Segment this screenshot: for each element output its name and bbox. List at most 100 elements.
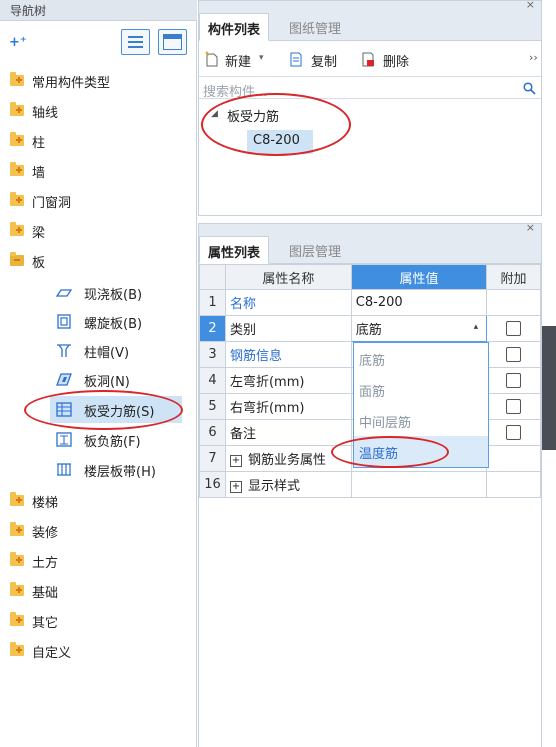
nav-subitem-column-cap[interactable]: 柱帽(V) [50,337,182,364]
component-list-panel: × 构件列表 图纸管理 新建 ▾ 复制 删除 ›› 搜索构件... ◢ 板受力筋… [198,0,542,216]
nav-item-decoration[interactable]: 装修 [0,516,197,546]
column-header-extra: 附加 [486,264,541,290]
dropdown-option-temperature-rebar[interactable]: 温度筋 [354,436,488,467]
table-row[interactable]: 2 类别 底筋 ▴ [199,315,541,342]
nav-item-axis[interactable]: 轴线 [0,96,197,126]
folder-icon [10,192,24,206]
nav-subitem-slab-negative-rebar[interactable]: 板负筋(F) [50,426,182,453]
nav-item-earthwork[interactable]: 土方 [0,546,197,576]
dropdown-option-bottom-rebar[interactable]: 底筋 [354,343,488,374]
new-button[interactable]: 新建 [225,51,251,70]
new-icon [205,51,218,67]
expand-icon[interactable]: + [229,454,242,467]
category-select[interactable]: 底筋 ▴ [350,315,488,342]
list-view-icon[interactable] [121,29,150,55]
tab-drawing-management[interactable]: 图纸管理 [281,13,349,41]
close-icon[interactable]: × [526,221,535,234]
nav-item-column[interactable]: 柱 [0,126,197,156]
property-tabbar: 属性列表 图层管理 [199,236,541,264]
tab-layer-management[interactable]: 图层管理 [281,236,349,264]
open-folder-icon [10,252,24,266]
spiral-slab-icon [57,314,71,329]
nav-subitem-cast-slab[interactable]: 现浇板(B) [50,279,182,306]
folder-icon [10,132,24,146]
property-value[interactable]: C8-200 [350,289,488,316]
nav-subitem-spiral-slab[interactable]: 螺旋板(B) [50,308,182,335]
search-input[interactable]: 搜索构件... [203,81,267,100]
property-name: + 显示样式 [224,471,352,498]
nav-toolbar: +⁺ [0,21,197,63]
nav-subitem-slab-hole[interactable]: 板洞(N) [50,366,182,393]
copy-button[interactable]: 复制 [311,51,337,70]
property-name: 备注 [224,419,352,446]
nav-item-door-window[interactable]: 门窗洞 [0,186,197,216]
extra-checkbox[interactable] [506,373,522,388]
table-header: 属性名称 属性值 附加 [199,264,541,290]
folder-icon [10,72,24,86]
extra-checkbox[interactable] [506,425,522,440]
add-subitem-icon[interactable]: +⁺ [9,35,27,50]
detail-view-icon[interactable] [158,29,187,55]
table-row[interactable]: 16 + 显示样式 [199,471,541,498]
table-row[interactable]: 1 名称 C8-200 [199,289,541,316]
tree-root-item[interactable]: 板受力筋 [227,106,279,125]
extra-checkbox[interactable] [506,347,522,362]
floor-strip-icon [57,463,71,476]
property-name: 右弯折(mm) [224,393,352,420]
folder-icon [10,552,24,566]
folder-icon [10,582,24,596]
dropdown-arrow-icon[interactable]: ▴ [474,322,479,332]
folder-icon [10,102,24,116]
folder-icon [10,612,24,626]
nav-item-wall[interactable]: 墙 [0,156,197,186]
navigation-tree-panel: 导航树 +⁺ 常用构件类型 轴线 柱 墙 门窗洞 梁 板 现浇板(B) 螺旋板(… [0,0,197,747]
property-name: 类别 [224,315,352,342]
folder-icon [10,222,24,236]
nav-subitem-slab-rebar[interactable]: 板受力筋(S) [50,396,182,423]
extra-checkbox[interactable] [506,321,522,336]
nav-item-custom[interactable]: 自定义 [0,636,197,666]
nav-item-slab[interactable]: 板 [0,246,197,276]
cast-slab-icon [56,289,72,297]
nav-subitem-floor-strip[interactable]: 楼层板带(H) [50,456,182,483]
property-name: 左弯折(mm) [224,367,352,394]
component-tabbar: 构件列表 图纸管理 [199,13,541,41]
dropdown-option-top-rebar[interactable]: 面筋 [354,374,488,405]
nav-item-common-types[interactable]: 常用构件类型 [0,66,197,96]
nav-title: 导航树 [0,0,197,21]
nav-item-stairs[interactable]: 楼梯 [0,486,197,516]
category-dropdown-list: 底筋 面筋 中间层筋 温度筋 [353,342,489,468]
tab-component-list[interactable]: 构件列表 [199,13,270,41]
column-header-name: 属性名称 [224,264,352,290]
copy-icon [290,52,302,67]
component-search[interactable]: 搜索构件... [199,79,541,100]
dropdown-option-middle-rebar[interactable]: 中间层筋 [354,405,488,436]
search-icon[interactable] [523,82,536,95]
nav-item-beam[interactable]: 梁 [0,216,197,246]
tree-child-item[interactable]: C8-200 [247,130,313,154]
folder-icon [10,522,24,536]
collapse-tree-icon[interactable]: ◢ [211,109,218,119]
folder-icon [10,642,24,656]
tab-property-list[interactable]: 属性列表 [199,236,270,264]
delete-button[interactable]: 删除 [383,51,409,70]
property-list-panel: × 属性列表 图层管理 属性名称 属性值 附加 1 名称 C8-200 2 类别… [198,221,542,747]
column-header-value: 属性值 [350,264,488,290]
property-name: + 钢筋业务属性 [224,445,352,472]
folder-icon [10,492,24,506]
close-icon[interactable]: × [526,0,535,11]
extra-checkbox[interactable] [506,399,522,414]
column-cap-icon [57,344,71,357]
scrollbar[interactable] [542,326,556,450]
delete-icon [362,52,374,67]
new-dropdown-icon[interactable]: ▾ [259,53,264,63]
property-name: 钢筋信息 [224,341,352,368]
nav-item-foundation[interactable]: 基础 [0,576,197,606]
component-toolbar: 新建 ▾ 复制 删除 ›› [199,41,541,77]
slab-hole-icon [56,373,72,386]
expand-icon[interactable]: + [229,480,242,493]
nav-item-other[interactable]: 其它 [0,606,197,636]
folder-icon [10,162,24,176]
slab-rebar-icon [56,402,72,417]
more-icon[interactable]: ›› [529,51,538,64]
